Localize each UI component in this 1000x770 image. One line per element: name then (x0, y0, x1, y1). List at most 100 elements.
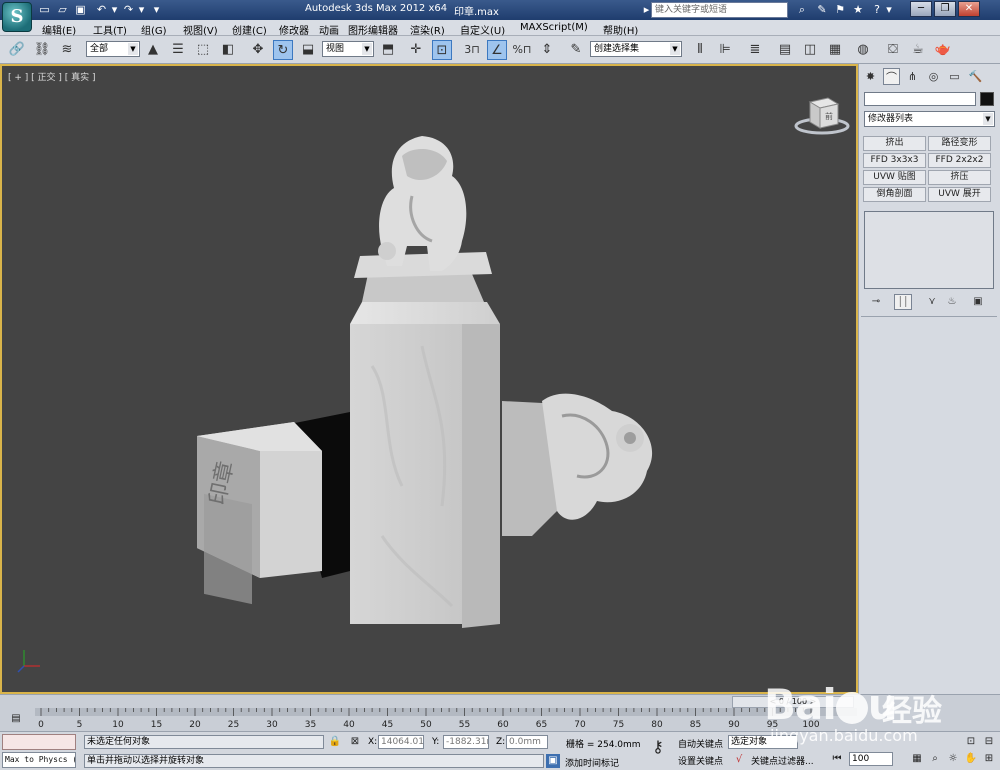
menu-maxscript[interactable]: MAXScript(M) (520, 22, 588, 33)
rectangular-selection-icon[interactable]: ⬚ (193, 40, 213, 60)
layer-manager-icon[interactable]: ≣ (745, 40, 765, 60)
pivot-center-icon[interactable]: ⬒ (378, 40, 398, 60)
select-and-rotate-icon[interactable]: ↻ (273, 40, 293, 60)
frame-ruler[interactable]: 0 5 10 15 20 25 30 35 40 45 50 55 60 65 70 75 80 85 90 95 10… (35, 708, 857, 731)
material-editor-icon[interactable]: ◍ (853, 40, 873, 60)
orbit-icon[interactable]: ☼ (946, 752, 960, 766)
selection-lock-icon[interactable]: 🔒 (328, 735, 342, 749)
lying-seal[interactable]: 印章 (197, 422, 322, 605)
application-menu-button[interactable]: S (2, 2, 32, 32)
perspective-viewport[interactable]: [ + ] [ 正交 ] [ 真实 ] 前 印章 (0, 64, 858, 694)
zoom-extents-icon[interactable]: ⊡ (964, 735, 978, 749)
modifier-ffd-3x3x3-button[interactable]: FFD 3x3x3 (863, 153, 926, 168)
pin-stack-icon[interactable]: ⊸ (867, 294, 885, 310)
redo-icon[interactable]: ↷ (122, 3, 135, 16)
named-selection-dropdown[interactable]: 创建选择集 ▼ (590, 41, 682, 57)
select-and-move-icon[interactable]: ✥ (248, 40, 268, 60)
schematic-view-icon[interactable]: ▦ (825, 40, 845, 60)
redo-dropdown-icon[interactable]: ▾ (135, 3, 148, 16)
mini-curve-editor-icon[interactable]: ▤ (9, 712, 23, 726)
make-unique-icon[interactable]: ⋎ (923, 294, 941, 310)
minimize-button[interactable]: ─ (910, 1, 932, 17)
new-file-icon[interactable]: ▭ (38, 3, 51, 16)
zoom-extents-all-icon[interactable]: ⊟ (982, 735, 996, 749)
set-key-button[interactable]: 设置关键点 (678, 754, 723, 767)
menu-tools[interactable]: 工具(T) (93, 22, 127, 37)
select-and-link-icon[interactable]: 🔗 (7, 40, 27, 60)
bind-space-warp-icon[interactable]: ≋ (57, 40, 77, 60)
selection-filter-dropdown[interactable]: 全部 ▼ (86, 41, 140, 57)
keyboard-shortcut-override-icon[interactable]: ⊡ (432, 40, 452, 60)
search-input[interactable]: 键入关键字或短语 (651, 2, 788, 18)
hierarchy-tab-icon[interactable]: ⋔ (904, 68, 921, 85)
menu-animation[interactable]: 动画 (319, 22, 339, 37)
menu-graph-editors[interactable]: 图形编辑器 (348, 22, 398, 37)
key-filters-button[interactable]: 关键点过滤器... (751, 754, 814, 767)
modifier-extrude-button[interactable]: 挤出 (863, 136, 926, 151)
y-coordinate-field[interactable]: -1882.31m (443, 735, 489, 749)
configure-modifier-sets-icon[interactable]: ▣ (969, 294, 987, 310)
absolute-mode-icon[interactable]: ⊠ (348, 735, 362, 749)
modify-tab-icon[interactable]: ⌒ (883, 68, 900, 85)
angle-snap-icon[interactable]: ∠ (487, 40, 507, 60)
save-file-icon[interactable]: ▣ (74, 3, 87, 16)
reference-coordinate-dropdown[interactable]: 视图 ▼ (322, 41, 374, 57)
maxscript-output[interactable]: Max to Physcs ( (2, 752, 76, 768)
x-coordinate-field[interactable]: 14064.016 (378, 735, 424, 749)
maximize-viewport-icon[interactable]: ⊞ (982, 752, 996, 766)
undo-icon[interactable]: ↶ (95, 3, 108, 16)
menu-create[interactable]: 创建(C) (232, 22, 267, 37)
go-to-start-icon[interactable]: ⏮ (830, 752, 844, 766)
add-time-tag[interactable]: 添加时间标记 (565, 756, 619, 769)
modifier-stack[interactable] (864, 211, 994, 289)
lying-lion-seal[interactable] (502, 393, 653, 536)
render-production-icon[interactable]: 🫖 (933, 40, 953, 60)
auto-key-button[interactable]: 自动关键点 (678, 737, 723, 750)
display-tab-icon[interactable]: ▭ (946, 68, 963, 85)
modifier-uvw-map-button[interactable]: UVW 贴图 (863, 170, 926, 185)
create-tab-icon[interactable]: ✸ (862, 68, 879, 85)
motion-tab-icon[interactable]: ◎ (925, 68, 942, 85)
mirror-icon[interactable]: ⫴ (690, 40, 710, 60)
object-name-field[interactable] (864, 92, 976, 106)
time-slider[interactable]: < 0 / 100 > (732, 696, 854, 708)
select-and-manipulate-icon[interactable]: ✛ (406, 40, 426, 60)
unlink-icon[interactable]: ⛓ (32, 40, 52, 60)
object-color-swatch[interactable] (980, 92, 994, 106)
open-file-icon[interactable]: ▱ (56, 3, 69, 16)
graphite-modeling-icon[interactable]: ▤ (775, 40, 795, 60)
restore-button[interactable]: ❐ (934, 1, 956, 17)
communication-icon[interactable]: ⚑ (833, 3, 847, 17)
utilities-tab-icon[interactable]: 🔨 (967, 68, 984, 85)
time-tag-icon[interactable]: ▣ (546, 754, 560, 768)
close-button[interactable]: ✕ (958, 1, 980, 17)
key-filter-icon[interactable]: √ (732, 753, 746, 767)
favorites-star-icon[interactable]: ★ (851, 3, 865, 17)
modifier-squeeze-button[interactable]: 挤压 (928, 170, 991, 185)
key-icon[interactable]: ⚷ (648, 739, 668, 755)
standing-seal[interactable] (350, 136, 500, 628)
show-end-result-icon[interactable]: ⏐⏐ (894, 294, 912, 310)
pan-hand-icon[interactable]: ✋ (964, 752, 978, 766)
percent-snap-icon[interactable]: %⊓ (512, 40, 532, 60)
maxscript-mini-listener[interactable] (2, 734, 76, 750)
menu-group[interactable]: 组(G) (141, 22, 167, 37)
subscription-icon[interactable]: ✎ (815, 3, 829, 17)
spinner-snap-icon[interactable]: ⇕ (537, 40, 557, 60)
snaps-toggle-icon[interactable]: 3⊓ (462, 40, 482, 60)
zoom-icon[interactable]: ⌕ (928, 752, 942, 766)
binoculars-icon[interactable]: ⌕ (795, 3, 809, 17)
edit-named-selection-icon[interactable]: ✎ (566, 40, 586, 60)
modifier-list-dropdown[interactable]: 修改器列表 ▼ (864, 111, 995, 127)
menu-rendering[interactable]: 渲染(R) (410, 22, 445, 37)
select-by-name-icon[interactable]: ☰ (168, 40, 188, 60)
curve-editor-icon[interactable]: ◫ (800, 40, 820, 60)
menu-modifiers[interactable]: 修改器 (279, 22, 309, 37)
menu-views[interactable]: 视图(V) (183, 22, 218, 37)
rendered-frame-window-icon[interactable]: ☕ (908, 40, 928, 60)
select-object-icon[interactable]: ▲ (143, 40, 163, 60)
quick-access-menu-icon[interactable]: ▾ (150, 3, 163, 16)
modifier-bevel-profile-button[interactable]: 倒角剖面 (863, 187, 926, 202)
current-frame-field[interactable]: 100 (849, 752, 893, 766)
align-icon[interactable]: ⊫ (715, 40, 735, 60)
